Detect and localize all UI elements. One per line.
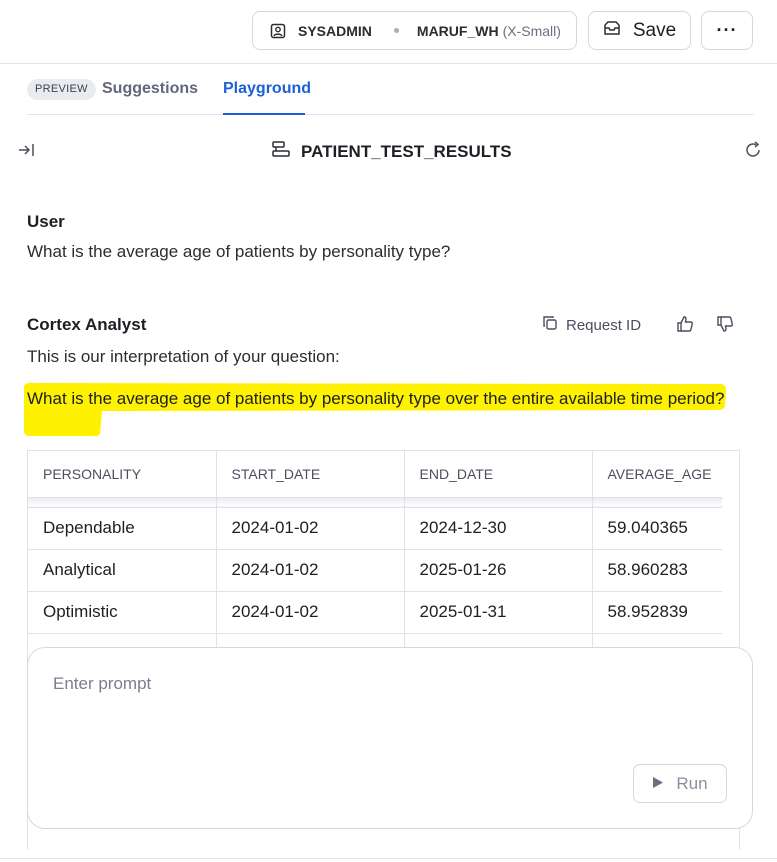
collapse-panel-icon[interactable] [17, 140, 37, 160]
context-selector[interactable]: SYSADMIN MARUF_WH (X-Small) [252, 11, 577, 50]
copy-request-id-button[interactable]: Request ID [542, 315, 641, 335]
user-role-icon [270, 23, 286, 39]
active-tab-indicator [223, 113, 305, 115]
save-icon [603, 20, 621, 42]
table-cell: 58.952839 [592, 591, 722, 634]
table-cell: Analytical [28, 549, 217, 592]
save-label: Save [632, 19, 677, 41]
warehouse-label: MARUF_WH [416, 22, 499, 39]
more-options-button[interactable]: ··· [701, 11, 753, 50]
thumbs-down-icon[interactable] [716, 315, 734, 333]
run-label: Run [676, 773, 708, 793]
column-header[interactable]: END_DATE [404, 451, 593, 498]
thumbs-up-icon[interactable] [676, 315, 694, 333]
column-header[interactable]: PERSONALITY [28, 451, 217, 498]
header-shadow [28, 497, 722, 508]
table-cell: 58.960283 [592, 549, 722, 592]
table-cell: 2024-01-02 [216, 591, 405, 634]
table-cell: 2024-12-30 [404, 507, 593, 550]
table-cell: Optimistic [28, 591, 217, 634]
interpretation-intro: This is our interpretation of your quest… [27, 347, 340, 366]
panel-title: PATIENT_TEST_RESULTS [301, 141, 512, 161]
tab-suggestions[interactable]: Suggestions [102, 80, 198, 98]
warehouse-size: (X-Small) [502, 22, 561, 39]
prompt-box: Run [27, 647, 753, 829]
role-label: SYSADMIN [298, 22, 372, 39]
table-header-row: PERSONALITY START_DATE END_DATE AVERAGE_… [28, 451, 722, 498]
bottom-divider [0, 858, 777, 859]
request-id-label: Request ID [566, 316, 642, 334]
table-row: Dependable 2024-01-02 2024-12-30 59.0403… [28, 507, 722, 550]
table-cell: Dependable [28, 507, 217, 550]
table-icon [271, 140, 291, 163]
table-row: Optimistic 2024-01-02 2025-01-31 58.9528… [28, 591, 722, 634]
tab-playground[interactable]: Playground [223, 80, 311, 98]
refresh-icon[interactable] [743, 140, 763, 160]
prompt-input[interactable] [53, 674, 713, 694]
table-cell: 2025-01-26 [404, 549, 593, 592]
run-button[interactable]: Run [633, 764, 727, 803]
table-row: Analytical 2024-01-02 2025-01-26 58.9602… [28, 549, 722, 592]
top-toolbar: SYSADMIN MARUF_WH (X-Small) Save ··· [0, 0, 777, 64]
analyst-label: Cortex Analyst [27, 315, 147, 334]
user-message: What is the average age of patients by p… [27, 242, 451, 261]
table-cell: 2024-01-02 [216, 549, 405, 592]
save-button[interactable]: Save [588, 11, 691, 50]
column-header[interactable]: START_DATE [216, 451, 405, 498]
copy-icon [542, 315, 558, 335]
panel-header: PATIENT_TEST_RESULTS [0, 132, 777, 168]
preview-badge: PREVIEW [27, 79, 96, 100]
interpreted-question: What is the average age of patients by p… [27, 389, 725, 408]
tab-bar: PREVIEW Suggestions Playground [27, 64, 754, 115]
semantic-model-title: PATIENT_TEST_RESULTS [271, 140, 512, 163]
table-cell: 59.040365 [592, 507, 722, 550]
more-icon: ··· [716, 20, 738, 40]
table-cell: 2024-01-02 [216, 507, 405, 550]
user-label: User [27, 212, 65, 231]
separator-dot [393, 28, 399, 33]
play-icon [652, 774, 664, 794]
column-header[interactable]: AVERAGE_AGE [592, 451, 722, 498]
table-cell: 2025-01-31 [404, 591, 593, 634]
